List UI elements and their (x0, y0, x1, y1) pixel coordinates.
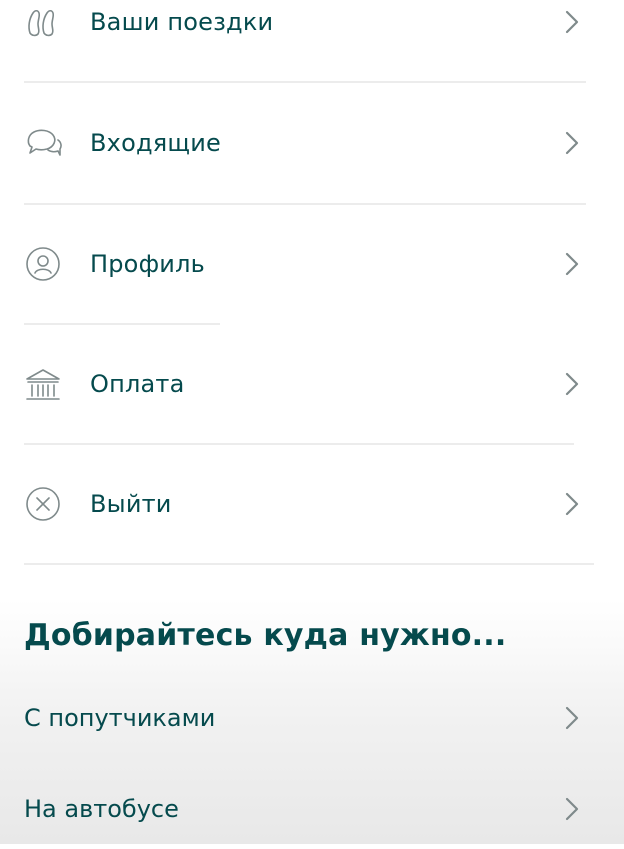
chevron-right-icon (565, 10, 579, 34)
menu-item-logout[interactable]: Выйти (0, 444, 624, 564)
menu-item-payment[interactable]: Оплата (0, 324, 624, 444)
travel-option-carpool[interactable]: С попутчиками (0, 678, 624, 758)
menu-item-inbox[interactable]: Входящие (0, 83, 624, 203)
bank-icon (24, 365, 62, 403)
chevron-right-icon (565, 706, 579, 730)
travel-option-bus[interactable]: На автобусе (0, 769, 624, 849)
section-title: Добирайтесь куда нужно... (24, 618, 507, 653)
chat-bubbles-icon (24, 124, 62, 162)
chevron-right-icon (565, 797, 579, 821)
chevron-right-icon (565, 252, 579, 276)
rides-icon (24, 3, 62, 41)
menu-item-label: Выйти (90, 490, 172, 518)
menu-item-label: Оплата (90, 370, 185, 398)
divider (24, 563, 594, 565)
travel-option-label: На автобусе (24, 795, 179, 823)
menu-item-profile[interactable]: Профиль (0, 204, 624, 324)
menu-item-label: Входящие (90, 129, 221, 157)
menu-item-label: Ваши поездки (90, 8, 274, 36)
menu-item-rides[interactable]: Ваши поездки (0, 0, 624, 82)
logout-x-icon (24, 485, 62, 523)
chevron-right-icon (565, 131, 579, 155)
travel-option-label: С попутчиками (24, 704, 216, 732)
chevron-right-icon (565, 372, 579, 396)
profile-icon (24, 245, 62, 283)
menu-item-label: Профиль (90, 250, 205, 278)
chevron-right-icon (565, 492, 579, 516)
